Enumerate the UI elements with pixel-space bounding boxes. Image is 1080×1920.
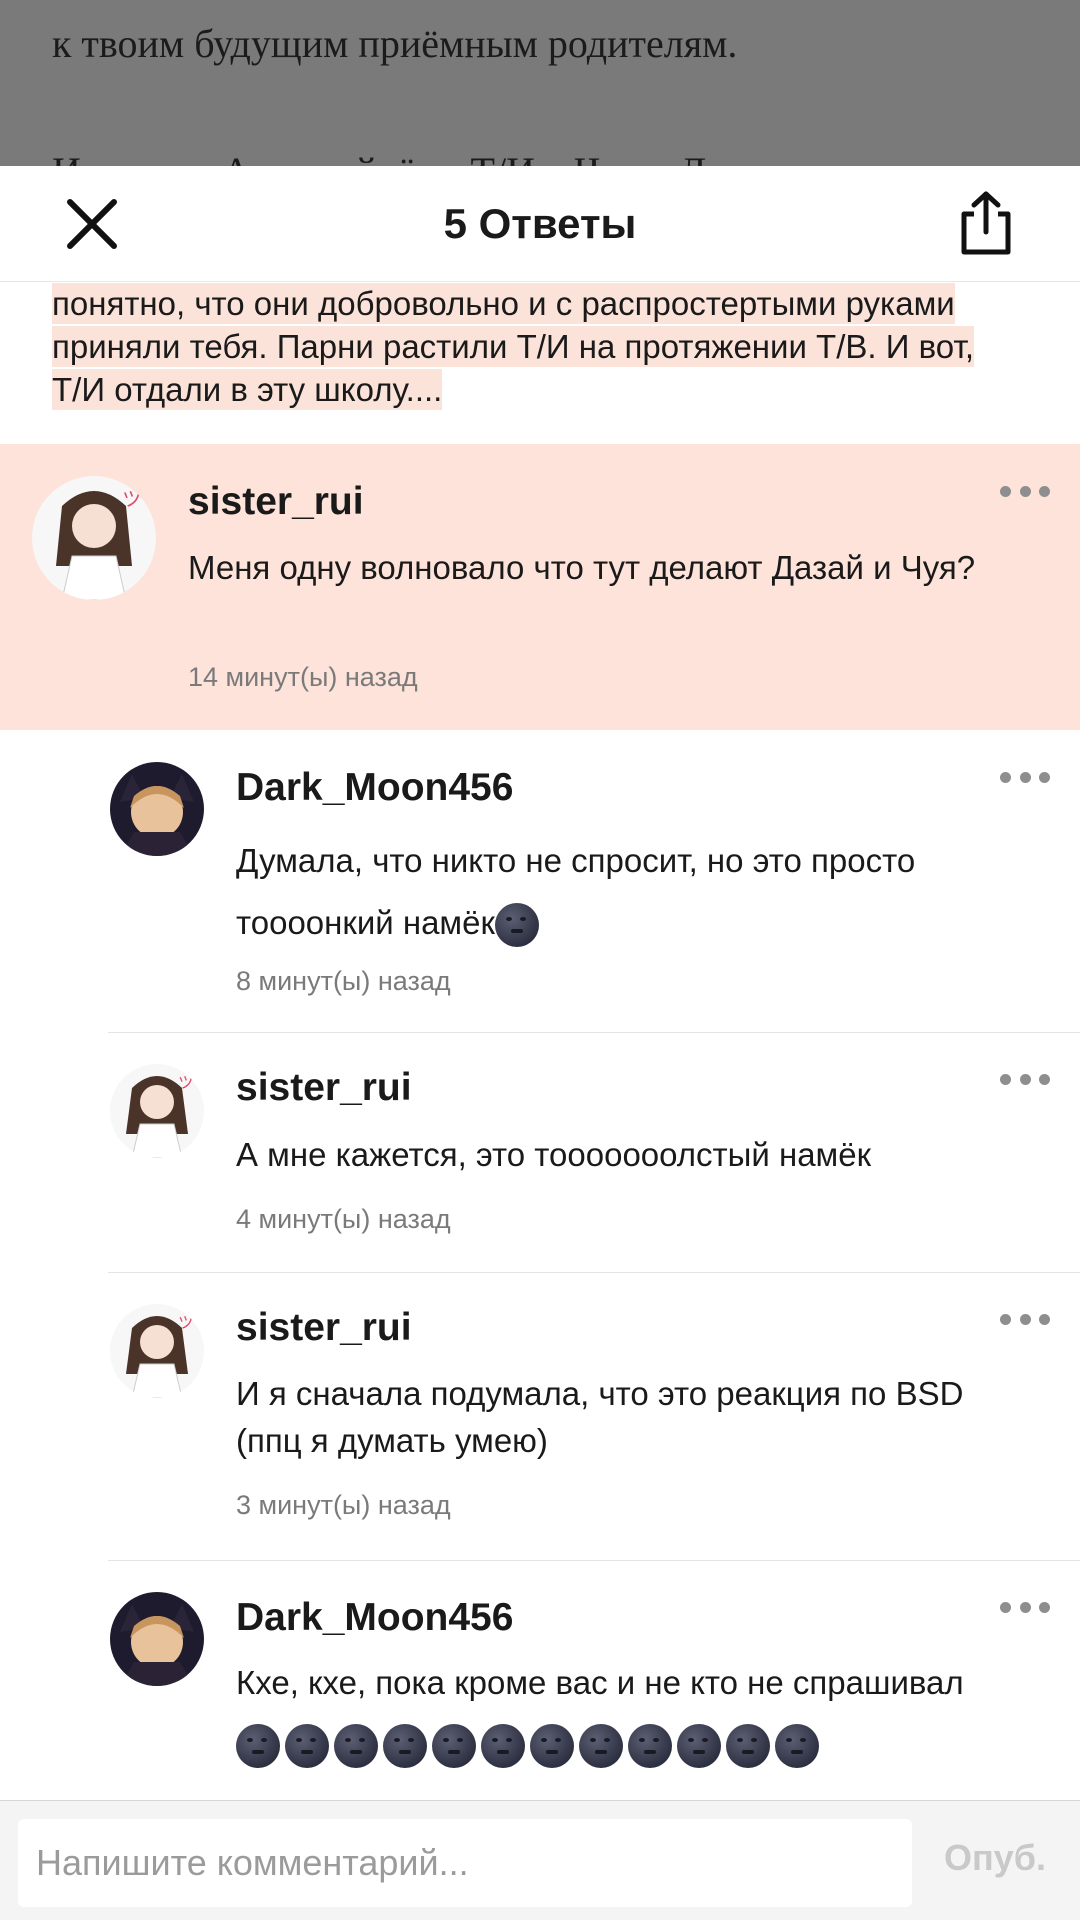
comment-username[interactable]: sister_rui xyxy=(188,480,364,524)
more-dots-icon xyxy=(1000,485,1011,497)
comment-username[interactable]: Dark_Moon456 xyxy=(236,766,513,810)
more-dots-icon xyxy=(1000,1073,1011,1085)
avatar-image xyxy=(110,762,204,856)
more-options-button[interactable] xyxy=(1000,770,1050,784)
svg-text:ツ: ツ xyxy=(178,1073,194,1092)
comment-text: И я сначала подумала, что это реакция по… xyxy=(236,1375,964,1459)
share-icon xyxy=(961,191,1011,255)
avatar-image: ツ xyxy=(32,476,156,600)
comment-text: Меня одну волновало что тут делают Дазай… xyxy=(188,549,976,586)
publish-button[interactable]: Опуб. xyxy=(944,1837,1046,1879)
new-moon-emoji-icon xyxy=(334,1724,378,1768)
avatar[interactable]: ツ xyxy=(110,1304,204,1398)
avatar-image: ツ xyxy=(110,1064,204,1158)
close-button[interactable] xyxy=(64,196,120,252)
close-icon xyxy=(67,199,117,249)
share-button[interactable] xyxy=(956,190,1016,256)
new-moon-emoji-icon xyxy=(432,1724,476,1768)
new-moon-emoji-icon xyxy=(481,1724,525,1768)
avatar[interactable]: ツ xyxy=(110,1064,204,1158)
avatar-image xyxy=(110,1592,204,1686)
new-moon-emoji-icon xyxy=(285,1724,329,1768)
new-moon-emoji-icon xyxy=(579,1724,623,1768)
divider xyxy=(108,1032,1080,1033)
comment-text-body: Думала, что никто не спросит, но это про… xyxy=(236,842,916,941)
avatar[interactable]: ツ xyxy=(32,476,156,600)
story-text-line: к твоим будущим приёмным родителям. xyxy=(52,21,738,66)
comment-text: А мне кажется, это тооооооолстый намёк xyxy=(236,1136,872,1173)
comment-username[interactable]: sister_rui xyxy=(236,1066,412,1110)
new-moon-emoji-icon xyxy=(677,1724,721,1768)
more-options-button[interactable] xyxy=(1000,1600,1050,1614)
new-moon-emoji-icon xyxy=(726,1724,770,1768)
replies-title: 5 Ответы xyxy=(443,199,637,247)
reply-comment: ツ sister_rui А мне кажется, это тооооооо… xyxy=(0,1032,1080,1272)
quote-line: Т/И отдали в эту школу.... xyxy=(52,369,443,410)
quote-line: понятно, что они добровольно и с распрос… xyxy=(52,283,955,324)
quoted-excerpt: понятно, что они добровольно и с распрос… xyxy=(52,282,1032,411)
divider xyxy=(108,1560,1080,1561)
comment-timestamp: 8 минут(ы) назад xyxy=(236,966,451,996)
comment-text: Думала, что никто не спросит, но это про… xyxy=(236,830,1036,954)
comment-composer: Опуб. xyxy=(0,1800,1080,1920)
svg-text:ツ: ツ xyxy=(122,487,142,511)
new-moon-emoji-icon xyxy=(530,1724,574,1768)
story-text-line: И отсюда Автор уйдёт с Т/И к Чуе и Дазаю… xyxy=(52,148,835,166)
comment-username[interactable]: sister_rui xyxy=(236,1306,412,1350)
divider xyxy=(108,1272,1080,1273)
reply-comment: Dark_Moon456 Кхе, кхе, пока кроме вас и … xyxy=(0,1560,1080,1800)
reply-comment: ツ sister_rui И я сначала подумала, что э… xyxy=(0,1272,1080,1560)
parent-comment: ツ sister_rui Меня одну волновало что тут… xyxy=(0,444,1080,730)
new-moon-emoji-icon xyxy=(775,1724,819,1768)
new-moon-emoji-icon xyxy=(628,1724,672,1768)
svg-text:ツ: ツ xyxy=(178,1313,194,1332)
more-dots-icon xyxy=(1000,1313,1011,1325)
comment-timestamp: 4 минут(ы) назад xyxy=(236,1204,451,1234)
avatar[interactable] xyxy=(110,762,204,856)
comment-username[interactable]: Dark_Moon456 xyxy=(236,1596,513,1640)
story-background: к твоим будущим приёмным родителям. И от… xyxy=(0,0,1080,166)
replies-header: 5 Ответы xyxy=(0,166,1080,282)
quote-line: приняли тебя. Парни растили Т/И на протя… xyxy=(52,326,975,367)
more-dots-icon xyxy=(1000,771,1011,783)
comment-timestamp: 14 минут(ы) назад xyxy=(188,662,418,692)
new-moon-emoji-icon xyxy=(383,1724,427,1768)
avatar-image: ツ xyxy=(110,1304,204,1398)
comment-timestamp: 3 минут(ы) назад xyxy=(236,1490,451,1520)
reply-comment: Dark_Moon456 Думала, что никто не спроси… xyxy=(0,730,1080,1032)
more-options-button[interactable] xyxy=(1000,1072,1050,1086)
more-options-button[interactable] xyxy=(1000,484,1050,498)
comment-input[interactable] xyxy=(18,1819,912,1907)
comment-text: Кхе, кхе, пока кроме вас и не кто не спр… xyxy=(236,1664,964,1701)
avatar[interactable] xyxy=(110,1592,204,1686)
new-moon-emoji-icon xyxy=(236,1724,280,1768)
new-moon-emoji-icon xyxy=(494,903,539,948)
emoji-row xyxy=(236,1724,824,1768)
more-dots-icon xyxy=(1000,1601,1011,1613)
more-options-button[interactable] xyxy=(1000,1312,1050,1326)
